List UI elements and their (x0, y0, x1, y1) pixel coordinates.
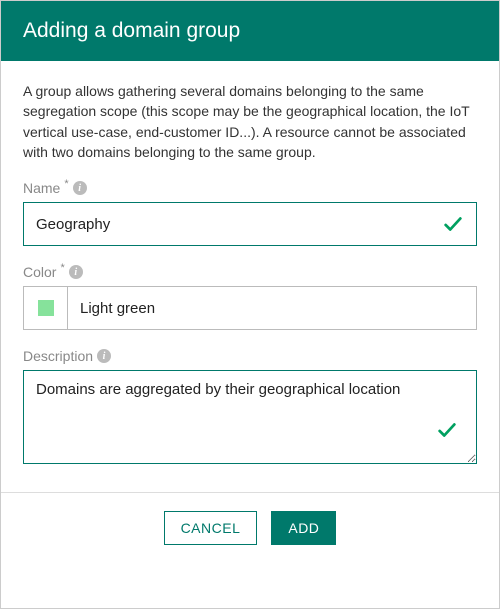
intro-text: A group allows gathering several domains… (23, 81, 477, 162)
add-button[interactable]: ADD (271, 511, 336, 545)
description-input[interactable] (24, 371, 476, 463)
name-label: Name (23, 180, 60, 196)
color-swatch (38, 300, 54, 316)
description-wrap (23, 370, 477, 464)
color-input[interactable]: Light green (23, 286, 477, 330)
dialog-title: Adding a domain group (23, 19, 240, 42)
name-label-row: Name * i (23, 180, 477, 196)
dialog-footer: CANCEL ADD (1, 492, 499, 563)
cancel-button[interactable]: CANCEL (164, 511, 258, 545)
field-description: Description i (23, 348, 477, 464)
info-icon[interactable]: i (97, 349, 111, 363)
required-asterisk: * (60, 262, 64, 274)
field-color: Color * i Light green (23, 264, 477, 330)
check-icon (436, 419, 458, 441)
name-input-wrap (23, 202, 477, 246)
description-label: Description (23, 348, 93, 364)
info-icon[interactable]: i (73, 181, 87, 195)
required-asterisk: * (64, 178, 68, 190)
name-input[interactable] (36, 216, 442, 233)
check-icon (442, 213, 464, 235)
dialog-content: A group allows gathering several domains… (1, 61, 499, 492)
color-label: Color (23, 264, 56, 280)
color-swatch-box (24, 287, 68, 329)
dialog-header: Adding a domain group (1, 1, 499, 61)
description-label-row: Description i (23, 348, 477, 364)
color-label-row: Color * i (23, 264, 477, 280)
color-value: Light green (68, 287, 476, 329)
field-name: Name * i (23, 180, 477, 246)
info-icon[interactable]: i (69, 265, 83, 279)
